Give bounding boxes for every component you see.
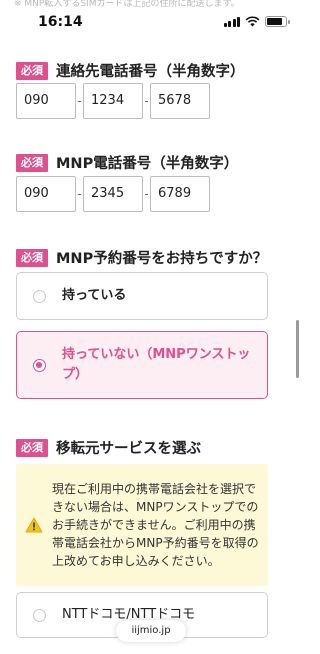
status-bar: 16:14 bbox=[0, 10, 301, 36]
phone-separator: - bbox=[77, 94, 82, 108]
option-label: 持っている bbox=[62, 288, 127, 303]
signal-icon bbox=[223, 16, 240, 27]
radio-button-selected[interactable] bbox=[33, 358, 46, 372]
transfer-source-title: 移転元サービスを選ぶ bbox=[56, 441, 201, 457]
battery-level-fill bbox=[267, 18, 283, 25]
mnp-phone-title: MNP電話番号（半角数字） bbox=[56, 156, 239, 172]
mnp-reservation-title: MNP予約番号をお持ちですか？ bbox=[56, 251, 268, 267]
required-badge: 必須 bbox=[16, 248, 48, 267]
status-icons bbox=[223, 16, 290, 27]
phone-separator: - bbox=[144, 187, 149, 201]
radio-button[interactable] bbox=[33, 289, 46, 303]
required-badge: 必須 bbox=[16, 153, 48, 172]
mnp-reservation-heading: 必須 MNP予約番号をお持ちですか？ bbox=[16, 247, 267, 268]
option-have-reservation[interactable]: 持っている bbox=[16, 272, 268, 320]
mnp-phone-part2-input[interactable]: 2345 bbox=[83, 176, 143, 212]
phone-separator: - bbox=[144, 94, 149, 108]
scrollbar[interactable] bbox=[296, 320, 299, 378]
status-time: 16:14 bbox=[38, 14, 83, 30]
wifi-icon bbox=[245, 16, 260, 27]
mnp-phone-heading: 必須 MNP電話番号（半角数字） bbox=[16, 152, 238, 173]
option-label: 持っていない（MNPワンストップ） bbox=[62, 347, 251, 382]
required-badge: 必須 bbox=[16, 438, 48, 457]
battery-icon bbox=[265, 16, 290, 27]
contact-phone-part1-input[interactable]: 090 bbox=[16, 83, 76, 119]
radio-button[interactable] bbox=[33, 608, 46, 622]
mnp-phone-part1-input[interactable]: 090 bbox=[16, 176, 76, 212]
option-no-reservation[interactable]: 持っていない（MNPワンストップ） bbox=[16, 331, 268, 399]
contact-phone-part3-input[interactable]: 5678 bbox=[150, 83, 210, 119]
contact-phone-inputs: 090 - 1234 - 5678 bbox=[16, 83, 210, 119]
required-badge: 必須 bbox=[16, 61, 48, 80]
phone-separator: - bbox=[77, 187, 82, 201]
notice-text: 現在ご利用中の携帯電話会社を選択できない場合は、MNPワンストップでのお手続きが… bbox=[52, 482, 259, 568]
warning-icon bbox=[16, 517, 52, 533]
transfer-source-heading: 必須 移転元サービスを選ぶ bbox=[16, 437, 201, 458]
contact-phone-heading: 必須 連絡先電話番号（半角数字） bbox=[16, 60, 245, 81]
url-bar[interactable]: iijmio.jp bbox=[116, 620, 186, 642]
contact-phone-part2-input[interactable]: 1234 bbox=[83, 83, 143, 119]
contact-phone-title: 連絡先電話番号（半角数字） bbox=[56, 64, 245, 80]
transfer-notice: 現在ご利用中の携帯電話会社を選択できない場合は、MNPワンストップでのお手続きが… bbox=[16, 464, 268, 586]
mnp-phone-inputs: 090 - 2345 - 6789 bbox=[16, 176, 210, 212]
mnp-phone-part3-input[interactable]: 6789 bbox=[150, 176, 210, 212]
